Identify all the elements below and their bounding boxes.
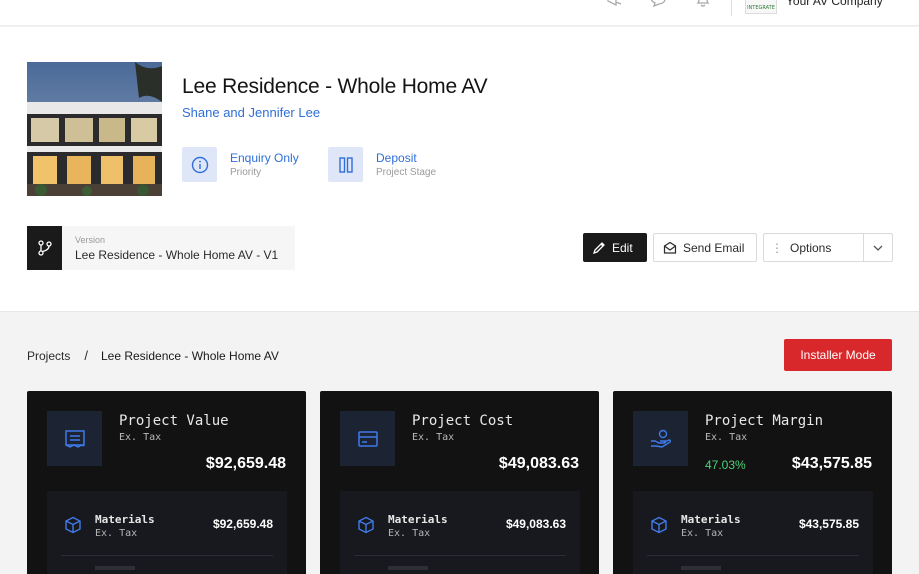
send-email-label: Send Email bbox=[683, 240, 745, 255]
project-header: Lee Residence - Whole Home AV Shane and … bbox=[0, 27, 919, 312]
materials-value: $92,659.48 bbox=[212, 517, 273, 531]
materials-title: Materials bbox=[95, 513, 155, 526]
company-logo-text: INTEGRATE bbox=[747, 5, 775, 11]
chevron-down-icon[interactable] bbox=[864, 245, 892, 251]
materials-value: $43,575.85 bbox=[798, 517, 859, 531]
top-bar: INTEGRATE Your AV Company bbox=[0, 0, 919, 26]
materials-subtitle: Ex. Tax bbox=[388, 528, 431, 539]
materials-divider bbox=[61, 555, 273, 556]
cube-icon bbox=[63, 515, 83, 535]
materials-subtitle: Ex. Tax bbox=[95, 528, 138, 539]
bell-icon[interactable] bbox=[693, 0, 713, 8]
installer-mode-button[interactable]: Installer Mode bbox=[784, 339, 892, 371]
stage-text: Deposit Project Stage bbox=[376, 151, 436, 178]
materials-title: Materials bbox=[388, 513, 448, 526]
next-row-placeholder bbox=[388, 566, 428, 570]
options-label: Options bbox=[790, 240, 832, 255]
company-logo[interactable]: INTEGRATE bbox=[745, 0, 777, 14]
breadcrumb-projects-link[interactable]: Projects bbox=[27, 349, 70, 363]
next-row-placeholder bbox=[95, 566, 135, 570]
card-title: Project Cost bbox=[412, 413, 514, 429]
project-title: Lee Residence - Whole Home AV bbox=[182, 75, 488, 98]
card-value: $43,575.85 bbox=[791, 455, 872, 472]
priority-block[interactable]: Enquiry Only Priority bbox=[182, 147, 299, 182]
project-margin-card: Project Margin Ex. Tax 47.03% $43,575.85… bbox=[613, 391, 892, 574]
version-text: Version Lee Residence - Whole Home AV - … bbox=[75, 235, 278, 262]
card-value: $92,659.48 bbox=[205, 455, 286, 472]
options-dropdown[interactable]: ⋮ Options bbox=[763, 233, 893, 262]
stage-value: Deposit bbox=[376, 151, 417, 165]
megaphone-icon[interactable] bbox=[605, 0, 625, 8]
chat-icon[interactable] bbox=[648, 0, 668, 8]
columns-icon bbox=[328, 147, 363, 182]
next-row-placeholder bbox=[681, 566, 721, 570]
breadcrumb-current: Lee Residence - Whole Home AV bbox=[100, 348, 279, 363]
priority-text: Enquiry Only Priority bbox=[230, 151, 299, 178]
version-label: Version bbox=[75, 234, 106, 245]
card-subtitle: Ex. Tax bbox=[412, 432, 455, 443]
card-icon bbox=[340, 411, 395, 466]
materials-value: $49,083.63 bbox=[505, 517, 566, 531]
project-image bbox=[27, 62, 162, 196]
materials-title: Materials bbox=[681, 513, 741, 526]
hand-coin-icon bbox=[633, 411, 688, 466]
git-branch-icon bbox=[27, 226, 62, 270]
edit-button[interactable]: Edit bbox=[583, 233, 647, 262]
company-name[interactable]: Your AV Company bbox=[786, 0, 883, 8]
card-title: Project Margin bbox=[705, 413, 824, 429]
materials-subtitle: Ex. Tax bbox=[681, 528, 724, 539]
top-divider bbox=[731, 0, 732, 16]
version-selector[interactable]: Version Lee Residence - Whole Home AV - … bbox=[27, 226, 295, 270]
stage-label: Project Stage bbox=[376, 167, 437, 178]
pencil-icon bbox=[592, 241, 605, 254]
client-name-link[interactable]: Shane and Jennifer Lee bbox=[182, 105, 320, 120]
vertical-dots-icon: ⋮ bbox=[771, 240, 783, 255]
breadcrumb: Projects / Lee Residence - Whole Home AV bbox=[27, 348, 279, 363]
edit-label: Edit bbox=[612, 240, 633, 255]
priority-label: Priority bbox=[230, 167, 262, 178]
materials-row: Materials Ex. Tax $92,659.48 bbox=[47, 491, 287, 574]
materials-row: Materials Ex. Tax $43,575.85 bbox=[633, 491, 873, 574]
margin-percentage: 47.03% bbox=[705, 458, 746, 472]
info-icon bbox=[182, 147, 217, 182]
project-value-card: Project Value Ex. Tax $92,659.48 Materia… bbox=[27, 391, 306, 574]
card-subtitle: Ex. Tax bbox=[705, 432, 748, 443]
materials-divider bbox=[354, 555, 566, 556]
card-value: $49,083.63 bbox=[498, 455, 579, 472]
materials-row: Materials Ex. Tax $49,083.63 bbox=[340, 491, 580, 574]
card-subtitle: Ex. Tax bbox=[119, 432, 162, 443]
document-icon bbox=[47, 411, 102, 466]
cube-icon bbox=[649, 515, 669, 535]
card-title: Project Value bbox=[119, 413, 229, 429]
materials-divider bbox=[647, 555, 859, 556]
stage-block[interactable]: Deposit Project Stage bbox=[328, 147, 436, 182]
version-value: Lee Residence - Whole Home AV - V1 bbox=[75, 247, 279, 262]
project-cost-card: Project Cost Ex. Tax $49,083.63 Material… bbox=[320, 391, 599, 574]
cube-icon bbox=[356, 515, 376, 535]
priority-value: Enquiry Only bbox=[230, 151, 299, 165]
send-email-button[interactable]: Send Email bbox=[653, 233, 757, 262]
envelope-icon bbox=[663, 241, 677, 254]
breadcrumb-separator: / bbox=[84, 348, 88, 363]
